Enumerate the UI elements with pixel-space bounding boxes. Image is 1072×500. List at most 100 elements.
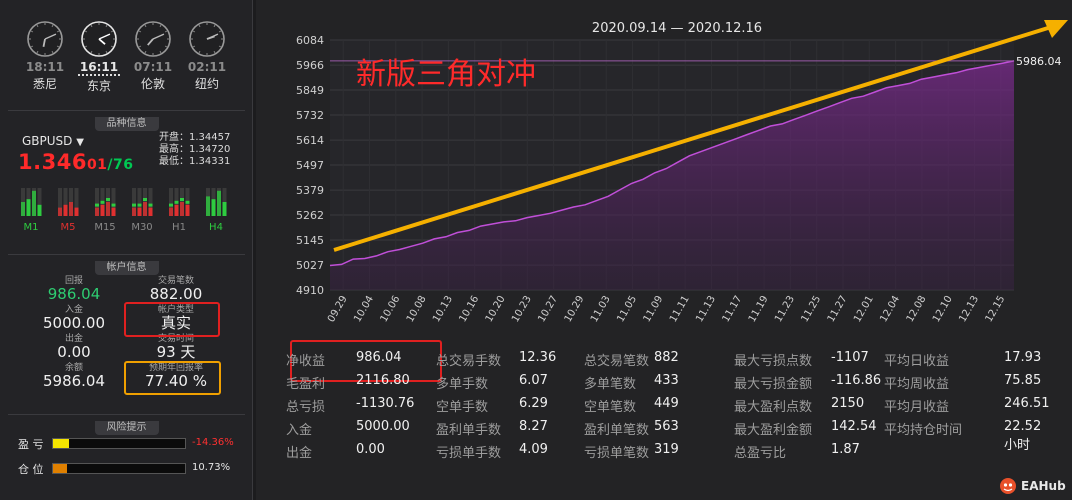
stat-label: 最大亏损金额 — [734, 377, 813, 392]
y-tick-label: 5379 — [296, 184, 324, 197]
stat-label: 平均持仓时间 — [884, 423, 963, 438]
stat-value: 12.36 — [519, 350, 557, 365]
timeframe-signals: M1 M5 M15 M30 H1 H4 — [20, 188, 227, 236]
account-type-highlight — [124, 302, 220, 337]
stat-value: 75.85 — [1004, 373, 1042, 388]
balance-value: 5986.04 — [42, 372, 106, 390]
x-tick-label: 11.05 — [615, 294, 639, 324]
annual-return-highlight — [124, 361, 221, 395]
stat-label: 平均日收益 — [884, 354, 950, 369]
stat-value: 6.07 — [519, 373, 548, 388]
clock-icon — [27, 21, 63, 57]
x-tick-label: 11.09 — [642, 294, 666, 324]
timeframe-m5[interactable]: M5 — [57, 188, 79, 233]
stat-label: 毛盈利 — [286, 377, 326, 392]
stat-label: 总亏损 — [286, 400, 326, 415]
timeframe-m15[interactable]: M15 — [94, 188, 116, 233]
signal-bars-icon — [58, 188, 79, 216]
stat-label: 入金 — [286, 423, 313, 438]
timeframe-h1[interactable]: H1 — [168, 188, 190, 233]
symbol-selector[interactable]: GBPUSD ▼ — [22, 134, 84, 148]
timeframe-m30[interactable]: M30 — [131, 188, 153, 233]
stat-label: 空单手数 — [436, 400, 489, 415]
ohl-info: 开盘：1.34457 最高：1.34720 最低：1.34331 — [159, 132, 230, 168]
open-price: 开盘：1.34457 — [159, 132, 231, 143]
timeframe-label: H1 — [172, 222, 186, 233]
x-tick-label: 11.11 — [668, 294, 692, 324]
stat-value: 319 — [654, 442, 679, 457]
y-tick-label: 5732 — [296, 109, 324, 122]
risk-label: 仓 位 — [18, 463, 44, 476]
low-price: 最低：1.34331 — [159, 156, 231, 167]
x-tick-label: 10.16 — [457, 294, 481, 324]
stat-label: 亏损单手数 — [436, 446, 502, 461]
stat-value: -1107 — [831, 350, 869, 365]
x-tick-label: 10.06 — [379, 294, 403, 324]
price-tail: 76 — [113, 157, 134, 173]
signal-bars-icon — [206, 188, 227, 216]
withdraw-cell: 出金 0.00 — [24, 334, 124, 361]
y-tick-label: 6084 — [296, 34, 324, 47]
timeframe-label: M1 — [23, 222, 39, 233]
y-tick-label: 5262 — [296, 209, 324, 222]
stat-label: 多单手数 — [436, 377, 489, 392]
stat-value: 22.52小时 — [1004, 419, 1042, 453]
section-title: 帐户信息 — [94, 261, 159, 275]
x-tick-label: 12.04 — [878, 294, 902, 324]
timeframe-h4[interactable]: H4 — [205, 188, 227, 233]
clock-icon — [189, 21, 225, 57]
x-tick-label: 10.13 — [431, 294, 455, 324]
stat-value: -1130.76 — [356, 396, 415, 411]
stat-value: 563 — [654, 419, 679, 434]
stat-value: 5000.00 — [356, 419, 410, 434]
stat-value: 246.51 — [1004, 396, 1050, 411]
x-tick-label: 11.19 — [747, 294, 771, 324]
trades-value: 882.00 — [149, 285, 203, 303]
trading-time-value: 93 天 — [156, 343, 196, 361]
clock-icon — [81, 21, 117, 57]
stat-label: 盈利单笔数 — [584, 423, 650, 438]
instrument-section-header: 品种信息 — [8, 110, 245, 131]
x-tick-label: 11.23 — [773, 294, 797, 324]
balance-cell: 余额 5986.04 — [24, 363, 124, 390]
clock-time: 18:11 — [25, 60, 65, 74]
stat-value: 2116.80 — [356, 373, 410, 388]
risk-bar — [52, 438, 186, 449]
stat-value: 2150 — [831, 396, 865, 411]
bid-price: 1.34601/76 — [18, 150, 134, 174]
clock-time: 07:11 — [133, 60, 173, 74]
clock-city: 伦敦 — [140, 77, 165, 91]
stat-value: -116.86 — [831, 373, 882, 388]
price-mid: 01 — [86, 157, 108, 173]
risk-section-header: 风险提示 — [8, 414, 245, 435]
stat-value: 1.87 — [831, 442, 860, 457]
trading-time-cell: 交易时间 93 天 — [126, 334, 226, 361]
stat-label: 总盈亏比 — [734, 446, 787, 461]
section-title: 风险提示 — [94, 421, 159, 435]
timeframe-label: M30 — [131, 222, 153, 233]
stat-label: 净收益 — [286, 354, 326, 369]
high-price: 最高：1.34720 — [159, 144, 231, 155]
clock-city: 纽约 — [194, 77, 219, 91]
x-tick-label: 10.23 — [510, 294, 534, 324]
symbol-name: GBPUSD — [22, 134, 73, 148]
return-value: 986.04 — [47, 285, 101, 303]
price-main: 1.346 — [18, 150, 87, 174]
chart-annotation: 新版三角对冲 — [356, 57, 536, 92]
stats-table: 净收益 986.04 毛盈利 2116.80 总亏损 -1130.76 入金 5000.00 出… — [286, 340, 1050, 475]
y-tick-label: 5614 — [296, 134, 324, 147]
x-tick-label: 12.10 — [931, 294, 955, 324]
signal-bars-icon — [169, 188, 190, 216]
clock-icon — [135, 21, 171, 57]
stat-value: 4.09 — [519, 442, 548, 457]
signal-bars-icon — [21, 188, 42, 216]
stat-label: 多单笔数 — [584, 377, 637, 392]
timeframe-m1[interactable]: M1 — [20, 188, 42, 233]
clock-time: 16:11 — [78, 60, 120, 76]
y-tick-label: 5849 — [296, 84, 324, 97]
stat-value: 449 — [654, 396, 679, 411]
risk-bar — [52, 463, 186, 474]
withdraw-value: 0.00 — [57, 343, 91, 361]
eahub-logo: EAHub — [999, 476, 1069, 496]
risk-value: -14.36% — [192, 437, 234, 448]
